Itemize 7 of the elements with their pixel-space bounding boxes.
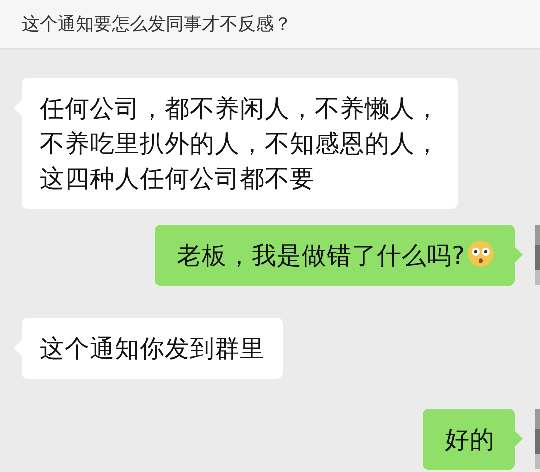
bubble-tail	[515, 431, 523, 447]
bubble-tail	[515, 247, 523, 263]
post-title: 这个通知要怎么发同事才不反感？	[22, 13, 292, 36]
message-bubble: 好的	[423, 409, 515, 470]
message-bubble: 任何公司，都不养闲人，不养懒人， 不养吃里扒外的人，不知感恩的人， 这四种人任何公司都不要	[22, 78, 458, 209]
message-bubble: 老板，我是做错了什么吗?	[154, 225, 515, 286]
message-bubble: 这个通知你发到群里	[22, 318, 283, 379]
